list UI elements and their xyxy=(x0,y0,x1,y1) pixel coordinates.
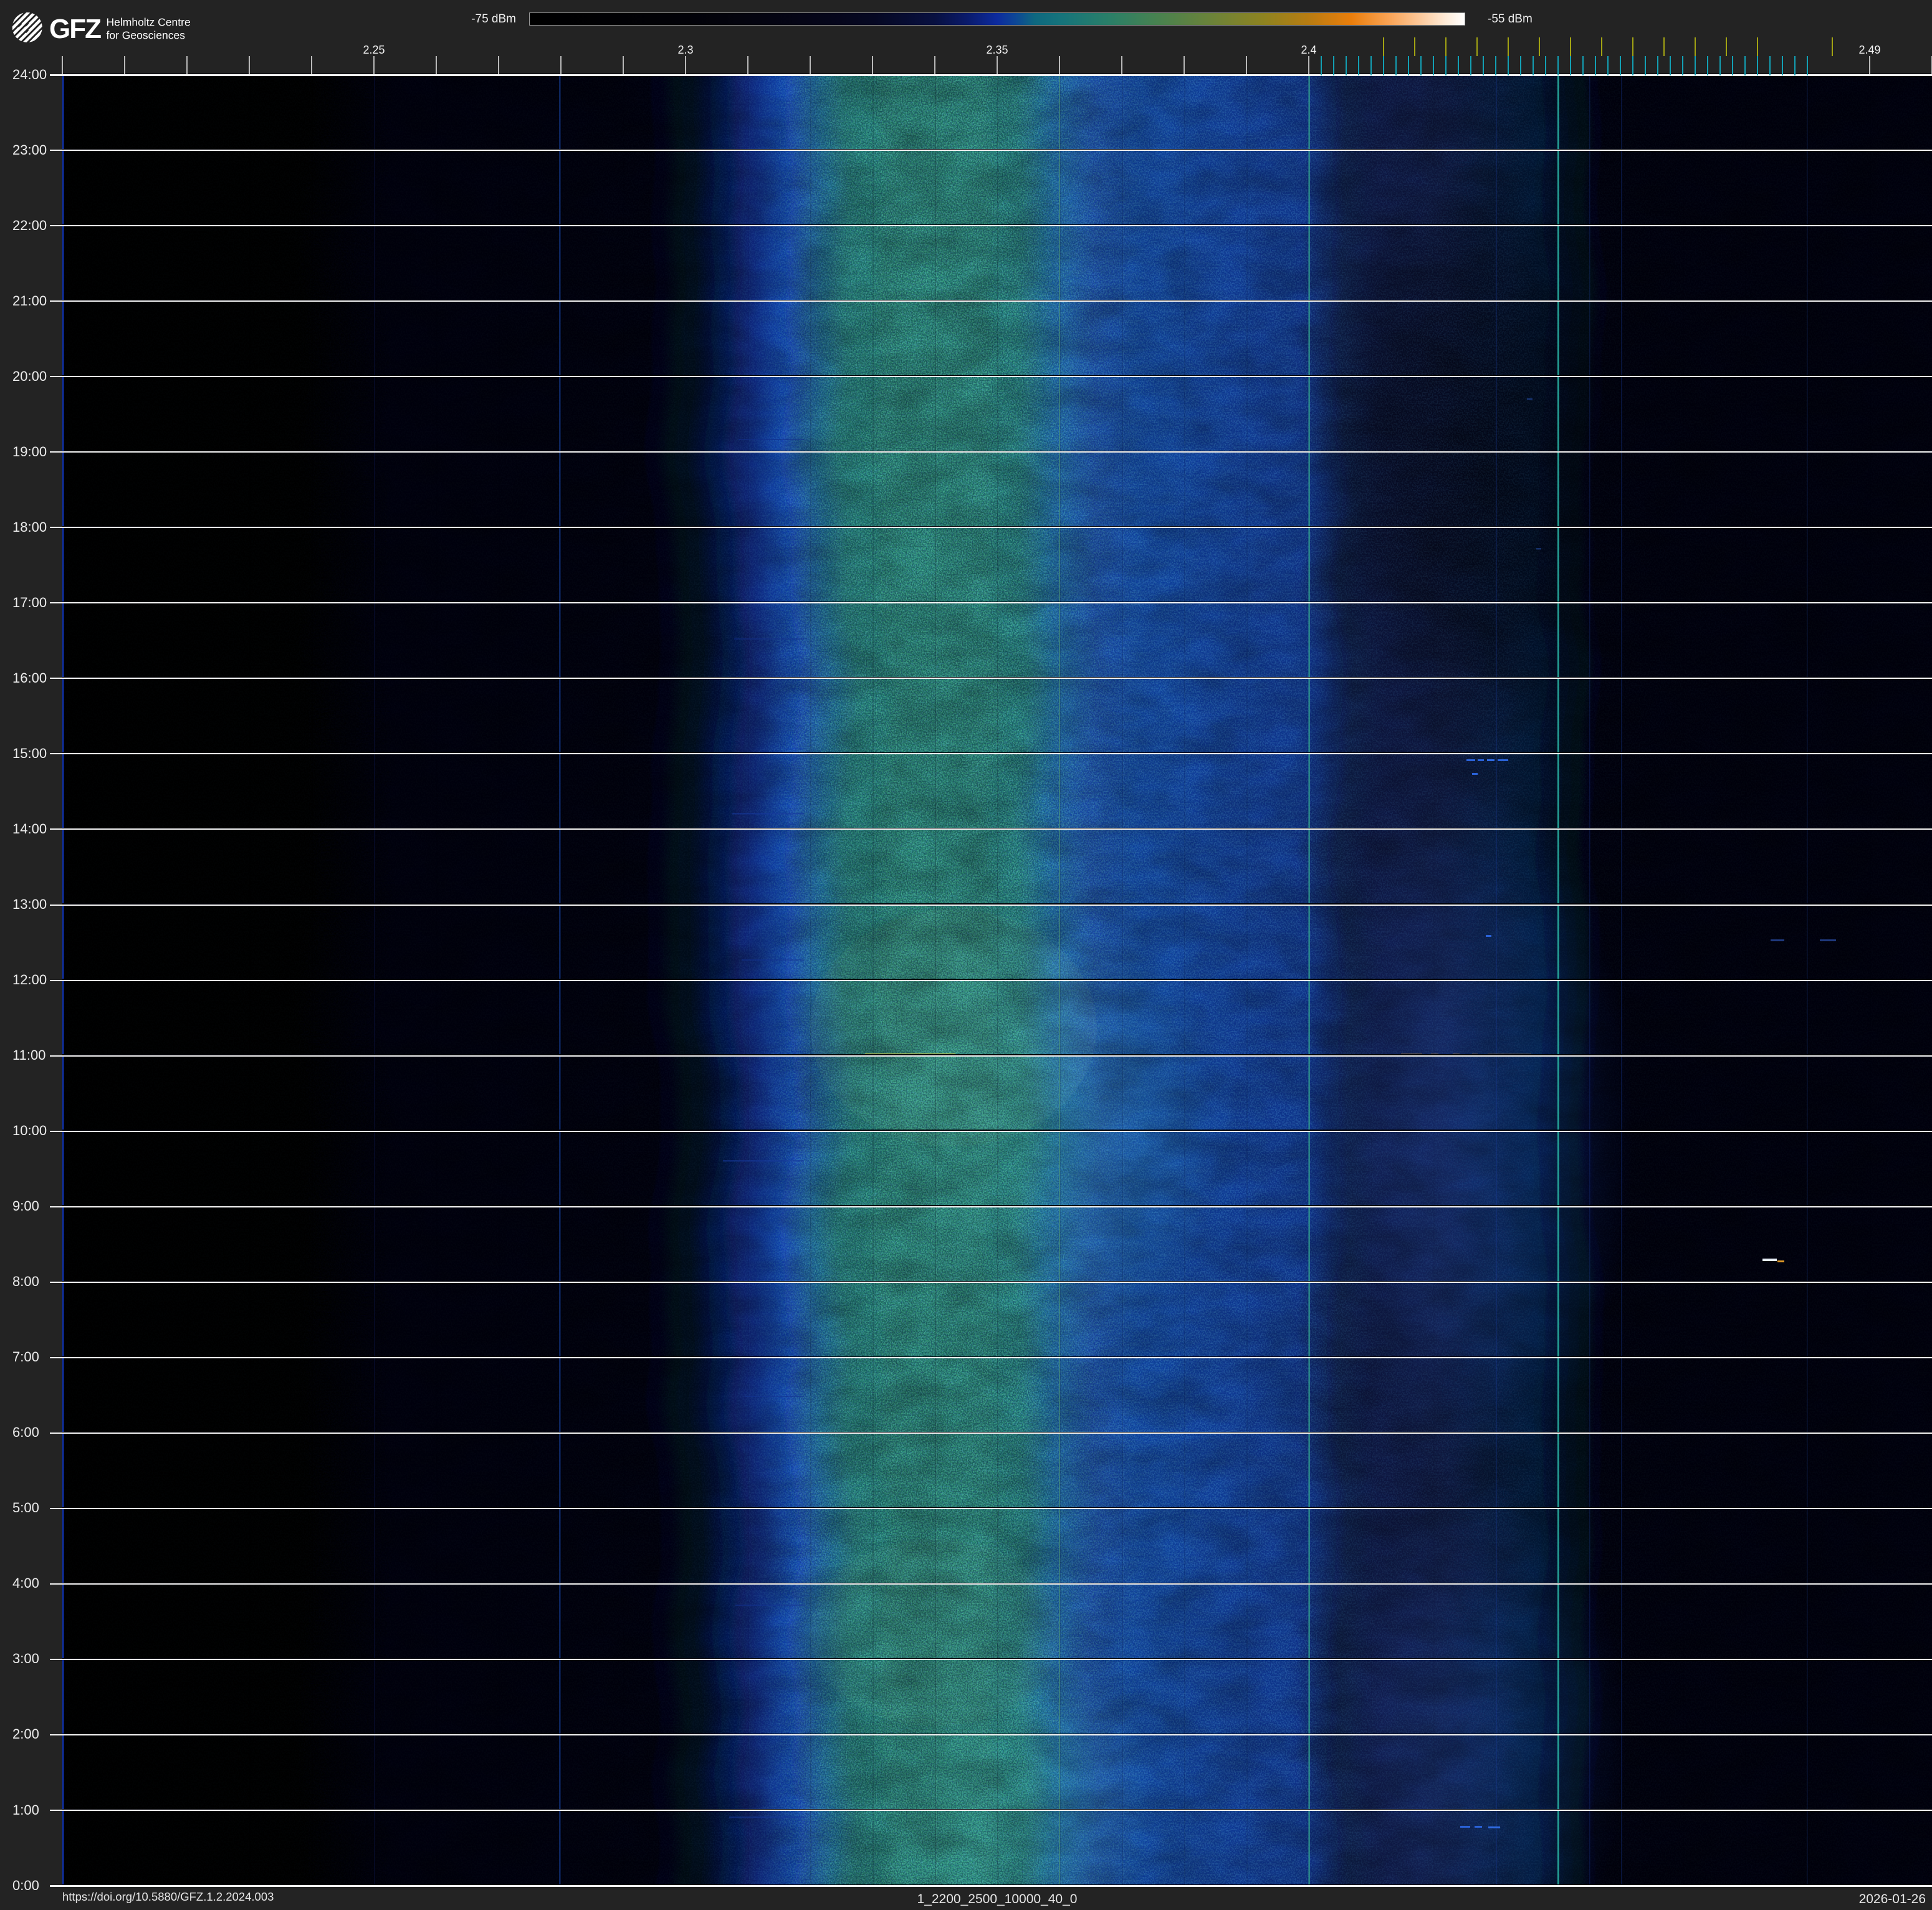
svg-text:for Geosciences: for Geosciences xyxy=(107,29,186,42)
svg-text:Helmholtz Centre: Helmholtz Centre xyxy=(107,16,191,29)
svg-text:GFZ: GFZ xyxy=(49,14,101,44)
